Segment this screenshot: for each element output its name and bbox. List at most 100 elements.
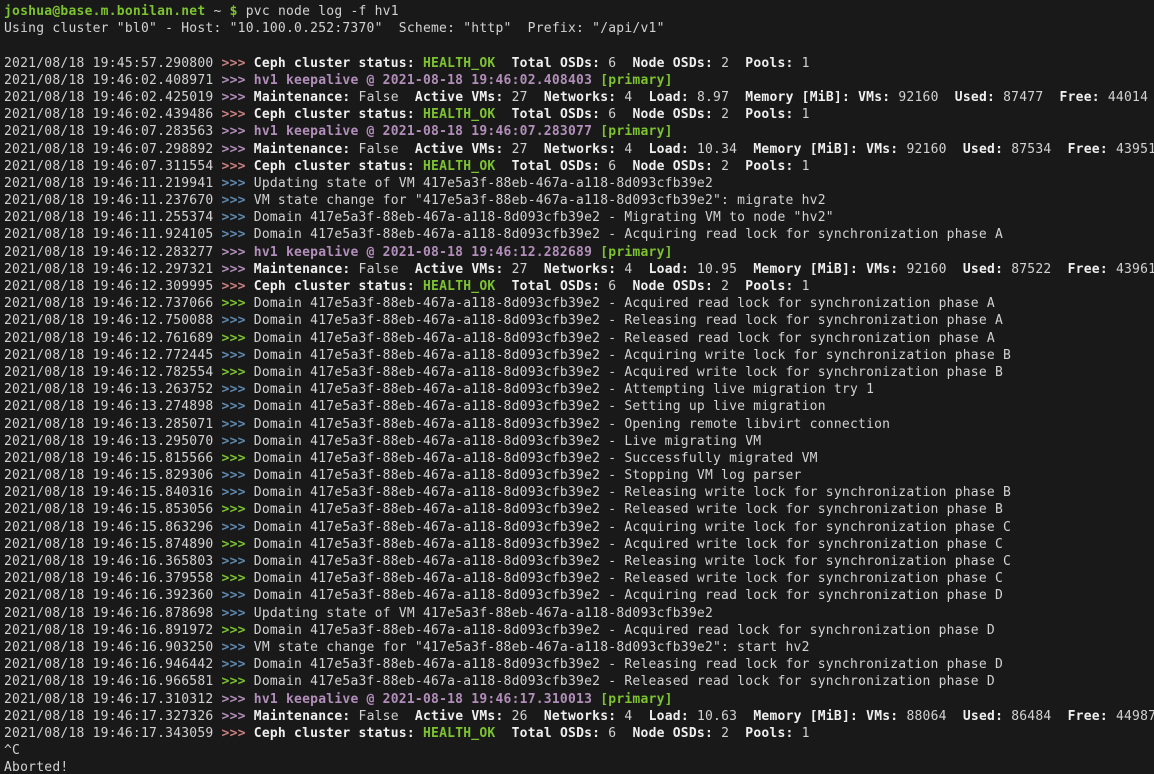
log-segment: 2 bbox=[721, 107, 745, 122]
log-line: 2021/08/18 19:46:16.891972 >>> Domain 41… bbox=[4, 622, 1154, 639]
log-segment: 4 bbox=[624, 709, 648, 724]
log-line: 2021/08/18 19:46:12.283277 >>> hv1 keepa… bbox=[4, 244, 1154, 261]
log-level-marker: >>> bbox=[222, 348, 254, 363]
log-timestamp: 2021/08/18 19:46:16.365803 bbox=[4, 554, 222, 569]
log-level-marker: >>> bbox=[222, 485, 254, 500]
log-timestamp: 2021/08/18 19:46:16.966581 bbox=[4, 674, 222, 689]
log-segment bbox=[495, 107, 511, 122]
log-timestamp: 2021/08/18 19:46:15.829306 bbox=[4, 468, 222, 483]
log-segment: 92160 bbox=[906, 142, 962, 157]
log-segment: 26 bbox=[512, 709, 544, 724]
log-segment: VMs: bbox=[858, 90, 898, 105]
log-line: 2021/08/18 19:46:16.878698 >>> Updating … bbox=[4, 605, 1154, 622]
log-segment: Networks: bbox=[544, 90, 625, 105]
log-segment: Load: bbox=[649, 262, 697, 277]
log-segment: 4 bbox=[624, 262, 648, 277]
log-segment: 1 bbox=[802, 159, 810, 174]
log-line: 2021/08/18 19:46:07.311554 >>> Ceph clus… bbox=[4, 158, 1154, 175]
log-segment: False bbox=[359, 709, 415, 724]
log-line: 2021/08/18 19:46:11.924105 >>> Domain 41… bbox=[4, 226, 1154, 243]
log-segment: Domain 417e5a3f-88eb-467a-a118-8d093cfb3… bbox=[254, 485, 1011, 500]
log-segment: Used: bbox=[955, 90, 1003, 105]
log-level-marker: >>> bbox=[222, 623, 254, 638]
log-timestamp: 2021/08/18 19:46:02.425019 bbox=[4, 90, 222, 105]
log-level-marker: >>> bbox=[222, 159, 254, 174]
log-segment: Domain 417e5a3f-88eb-467a-a118-8d093cfb3… bbox=[254, 417, 890, 432]
log-timestamp: 2021/08/18 19:46:17.310312 bbox=[4, 692, 222, 707]
log-segment: False bbox=[359, 90, 415, 105]
log-line: 2021/08/18 19:46:15.853056 >>> Domain 41… bbox=[4, 501, 1154, 518]
log-level-marker: >>> bbox=[222, 502, 254, 517]
log-level-marker: >>> bbox=[222, 640, 254, 655]
log-segment: [primary] bbox=[600, 692, 673, 707]
log-level-marker: >>> bbox=[222, 296, 254, 311]
log-segment: 44987 bbox=[1116, 709, 1154, 724]
log-segment: Pools: bbox=[745, 726, 801, 741]
log-segment: 10.63 bbox=[697, 709, 753, 724]
shell-prompt-line: joshua@base.m.bonilan.net ~ $ pvc node l… bbox=[4, 3, 1154, 20]
log-timestamp: 2021/08/18 19:46:16.891972 bbox=[4, 623, 222, 638]
log-level-marker: >>> bbox=[222, 399, 254, 414]
log-line: 2021/08/18 19:46:13.285071 >>> Domain 41… bbox=[4, 416, 1154, 433]
log-segment: Memory [MiB]: bbox=[753, 709, 866, 724]
log-timestamp: 2021/08/18 19:46:17.327326 bbox=[4, 709, 222, 724]
log-segment: 2 bbox=[721, 279, 745, 294]
log-segment: Maintenance: bbox=[254, 142, 359, 157]
log-timestamp: 2021/08/18 19:46:12.772445 bbox=[4, 348, 222, 363]
log-segment: Load: bbox=[649, 142, 697, 157]
log-segment: Domain 417e5a3f-88eb-467a-a118-8d093cfb3… bbox=[254, 554, 1011, 569]
log-segment: 86484 bbox=[1011, 709, 1067, 724]
log-segment: 27 bbox=[512, 262, 544, 277]
log-segment: Ceph cluster status: bbox=[254, 279, 423, 294]
log-timestamp: 2021/08/18 19:46:11.255374 bbox=[4, 210, 222, 225]
log-segment: Free: bbox=[1068, 709, 1116, 724]
log-segment: Maintenance: bbox=[254, 262, 359, 277]
log-segment: 44014 bbox=[1108, 90, 1148, 105]
log-segment: Node OSDs: bbox=[632, 726, 721, 741]
log-timestamp: 2021/08/18 19:46:16.392360 bbox=[4, 588, 222, 603]
log-line: 2021/08/18 19:46:12.761689 >>> Domain 41… bbox=[4, 330, 1154, 347]
log-segment: Pools: bbox=[745, 107, 801, 122]
log-line: 2021/08/18 19:46:12.750088 >>> Domain 41… bbox=[4, 312, 1154, 329]
log-level-marker: >>> bbox=[222, 726, 254, 741]
log-timestamp: 2021/08/18 19:46:07.283563 bbox=[4, 124, 222, 139]
log-level-marker: >>> bbox=[222, 537, 254, 552]
log-segment: Domain 417e5a3f-88eb-467a-a118-8d093cfb3… bbox=[254, 571, 1003, 586]
log-segment: Domain 417e5a3f-88eb-467a-a118-8d093cfb3… bbox=[254, 434, 762, 449]
log-segment: VMs: bbox=[866, 709, 906, 724]
log-segment: Memory [MiB]: bbox=[753, 142, 866, 157]
log-timestamp: 2021/08/18 19:46:11.924105 bbox=[4, 227, 222, 242]
log-timestamp: 2021/08/18 19:46:12.750088 bbox=[4, 313, 222, 328]
log-segment: [primary] bbox=[600, 124, 673, 139]
log-segment: 8.97 bbox=[697, 90, 745, 105]
log-segment: hv1 keepalive @ 2021-08-18 19:46:17.3100… bbox=[254, 692, 600, 707]
log-line: 2021/08/18 19:46:11.219941 >>> Updating … bbox=[4, 175, 1154, 192]
log-segment: Networks: bbox=[544, 142, 625, 157]
log-level-marker: >>> bbox=[222, 606, 254, 621]
log-segment: Total OSDs: bbox=[512, 56, 609, 71]
log-segment: 6 bbox=[608, 279, 632, 294]
log-segment: Domain 417e5a3f-88eb-467a-a118-8d093cfb3… bbox=[254, 468, 802, 483]
log-segment bbox=[495, 159, 511, 174]
log-level-marker: >>> bbox=[222, 434, 254, 449]
log-timestamp: 2021/08/18 19:46:16.379558 bbox=[4, 571, 222, 586]
terminal[interactable]: joshua@base.m.bonilan.net ~ $ pvc node l… bbox=[0, 0, 1154, 774]
log-segment: Domain 417e5a3f-88eb-467a-a118-8d093cfb3… bbox=[254, 451, 818, 466]
log-timestamp: 2021/08/18 19:46:13.295070 bbox=[4, 434, 222, 449]
log-segment: hv1 keepalive @ 2021-08-18 19:46:02.4084… bbox=[254, 73, 600, 88]
log-line: 2021/08/18 19:46:16.365803 >>> Domain 41… bbox=[4, 553, 1154, 570]
log-level-marker: >>> bbox=[222, 588, 254, 603]
log-level-marker: >>> bbox=[222, 176, 254, 191]
log-line: 2021/08/18 19:46:02.425019 >>> Maintenan… bbox=[4, 89, 1154, 106]
log-line: 2021/08/18 19:46:16.379558 >>> Domain 41… bbox=[4, 570, 1154, 587]
cluster-info-line: Using cluster "bl0" - Host: "10.100.0.25… bbox=[4, 20, 1154, 37]
log-segment: hv1 keepalive @ 2021-08-18 19:46:12.2826… bbox=[254, 245, 600, 260]
log-segment: Domain 417e5a3f-88eb-467a-a118-8d093cfb3… bbox=[254, 502, 1003, 517]
log-segment: Total OSDs: bbox=[512, 107, 609, 122]
log-level-marker: >>> bbox=[222, 554, 254, 569]
log-segment: Load: bbox=[649, 709, 697, 724]
prompt-user-host: joshua@base.m.bonilan.net bbox=[4, 4, 205, 19]
log-segment: Domain 417e5a3f-88eb-467a-a118-8d093cfb3… bbox=[254, 210, 834, 225]
log-segment: Ceph cluster status: bbox=[254, 159, 423, 174]
log-level-marker: >>> bbox=[222, 313, 254, 328]
